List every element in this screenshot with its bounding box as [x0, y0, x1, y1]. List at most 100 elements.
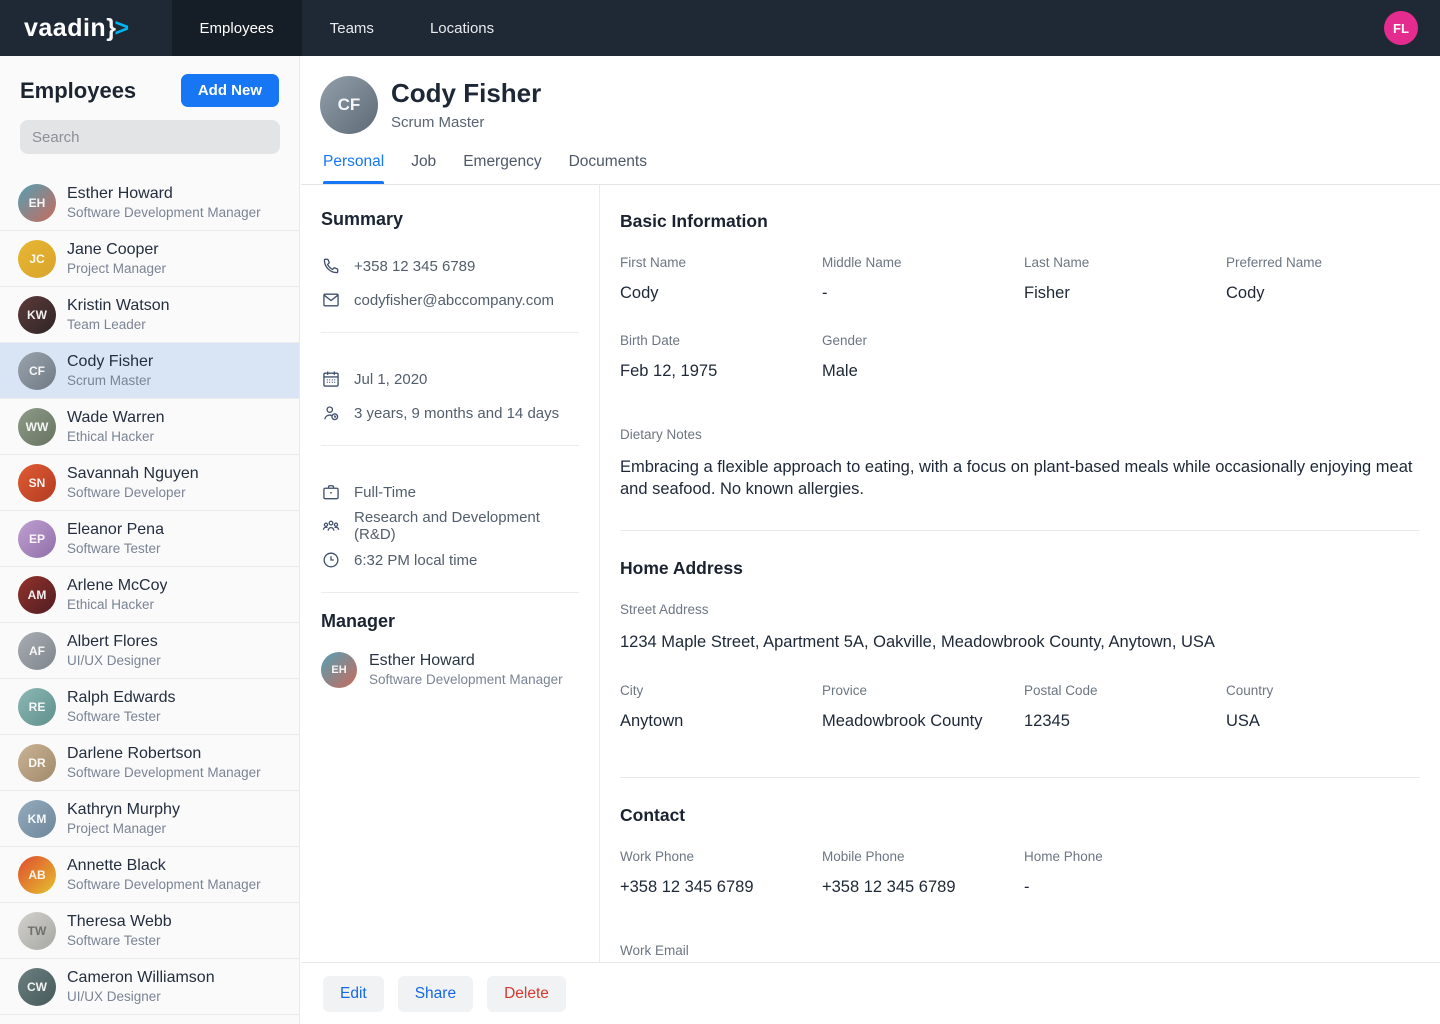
field-value: 12345 — [1024, 712, 1226, 731]
mail-icon — [321, 290, 341, 310]
field-label: City — [620, 683, 822, 698]
avatar: WW — [18, 408, 56, 446]
avatar: CW — [18, 968, 56, 1006]
employee-name: Esther Howard — [67, 184, 261, 204]
summary-employment-type: Full-Time — [354, 484, 416, 501]
employee-title: Software Development Manager — [67, 204, 261, 221]
employee-name: Cody Fisher — [67, 352, 153, 372]
employee-row[interactable]: JC Jane CooperProject Manager — [0, 231, 299, 287]
employee-name: Albert Flores — [67, 632, 161, 652]
employee-list: EH Esther HowardSoftware Development Man… — [0, 175, 299, 1015]
profile-avatar: CF — [320, 76, 378, 134]
manager-title: Software Development Manager — [369, 671, 563, 688]
employee-title: Software Developer — [67, 484, 199, 501]
avatar: SN — [18, 464, 56, 502]
employee-row[interactable]: EP Eleanor PenaSoftware Tester — [0, 511, 299, 567]
field-label: Middle Name — [822, 255, 1024, 270]
summary-phone: +358 12 345 6789 — [354, 258, 475, 275]
tab-documents[interactable]: Documents — [569, 153, 647, 184]
action-footer: Edit Share Delete — [301, 962, 1440, 1024]
employee-row[interactable]: DR Darlene RobertsonSoftware Development… — [0, 735, 299, 791]
divider — [321, 445, 579, 446]
tab-emergency[interactable]: Emergency — [463, 153, 541, 184]
contact-heading: Contact — [620, 805, 1420, 826]
personal-details: Basic Information First Name Cody Middle … — [601, 185, 1440, 962]
employee-row-selected[interactable]: CF Cody FisherScrum Master — [0, 343, 299, 399]
employee-row[interactable]: WW Wade WarrenEthical Hacker — [0, 399, 299, 455]
dietary-notes-value: Embracing a flexible approach to eating,… — [620, 456, 1420, 500]
employee-name: Kristin Watson — [67, 296, 170, 316]
field-value: Feb 12, 1975 — [620, 362, 822, 381]
field-label: Last Name — [1024, 255, 1226, 270]
employee-row[interactable]: AF Albert FloresUI/UX Designer — [0, 623, 299, 679]
field-label: Mobile Phone — [822, 849, 1024, 864]
manager-heading: Manager — [321, 611, 579, 632]
field-value: Cody — [620, 284, 822, 303]
manager-name: Esther Howard — [369, 651, 563, 671]
divider — [321, 332, 579, 333]
field-value: - — [822, 284, 1024, 303]
summary-tenure: 3 years, 9 months and 14 days — [354, 405, 559, 422]
employee-name: Jane Cooper — [67, 240, 166, 260]
tab-job[interactable]: Job — [411, 153, 436, 184]
employee-row[interactable]: CW Cameron WilliamsonUI/UX Designer — [0, 959, 299, 1015]
manager-item[interactable]: EH Esther Howard Software Development Ma… — [321, 651, 579, 688]
employee-row[interactable]: TW Theresa WebbSoftware Tester — [0, 903, 299, 959]
employee-title: Software Development Manager — [67, 764, 261, 781]
field-label: Street Address — [620, 602, 1420, 617]
employee-name: Eleanor Pena — [67, 520, 164, 540]
field-label: First Name — [620, 255, 822, 270]
summary-heading: Summary — [321, 209, 579, 230]
employee-row[interactable]: AM Arlene McCoyEthical Hacker — [0, 567, 299, 623]
field-label: Preferred Name — [1226, 255, 1420, 270]
avatar: JC — [18, 240, 56, 278]
divider — [620, 777, 1420, 778]
calendar-icon — [321, 369, 341, 389]
nav-item-employees[interactable]: Employees — [172, 0, 302, 56]
nav-item-locations[interactable]: Locations — [402, 0, 522, 56]
street-address-value: 1234 Maple Street, Apartment 5A, Oakvill… — [620, 631, 1420, 653]
avatar: RE — [18, 688, 56, 726]
employee-row[interactable]: AB Annette BlackSoftware Development Man… — [0, 847, 299, 903]
avatar: AF — [18, 632, 56, 670]
user-menu-avatar[interactable]: FL — [1384, 11, 1418, 45]
employee-row[interactable]: EH Esther HowardSoftware Development Man… — [0, 175, 299, 231]
avatar: EP — [18, 520, 56, 558]
employee-row[interactable]: SN Savannah NguyenSoftware Developer — [0, 455, 299, 511]
employee-name: Kathryn Murphy — [67, 800, 180, 820]
field-label: Work Email — [620, 943, 1420, 958]
employee-row[interactable]: KM Kathryn MurphyProject Manager — [0, 791, 299, 847]
search-input[interactable] — [20, 120, 280, 154]
add-new-button[interactable]: Add New — [181, 74, 279, 107]
employee-title: Software Tester — [67, 932, 172, 949]
avatar: CF — [18, 352, 56, 390]
field-label: Birth Date — [620, 333, 822, 348]
phone-icon — [321, 256, 341, 276]
avatar: AB — [18, 856, 56, 894]
nav-item-teams[interactable]: Teams — [302, 0, 402, 56]
avatar: TW — [18, 912, 56, 950]
employee-name: Arlene McCoy — [67, 576, 167, 596]
divider — [620, 530, 1420, 531]
profile-name: Cody Fisher — [391, 78, 541, 109]
employee-name: Darlene Robertson — [67, 744, 261, 764]
employee-row[interactable]: KW Kristin WatsonTeam Leader — [0, 287, 299, 343]
field-label: Dietary Notes — [620, 427, 1420, 442]
employee-name: Cameron Williamson — [67, 968, 215, 988]
employee-title: UI/UX Designer — [67, 652, 161, 669]
employee-row[interactable]: RE Ralph EdwardsSoftware Tester — [0, 679, 299, 735]
basic-info-heading: Basic Information — [620, 211, 1420, 232]
tab-personal[interactable]: Personal — [323, 153, 384, 184]
summary-local-time: 6:32 PM local time — [354, 552, 477, 569]
delete-button[interactable]: Delete — [487, 976, 566, 1012]
avatar: KW — [18, 296, 56, 334]
field-label: Work Phone — [620, 849, 822, 864]
employee-name: Annette Black — [67, 856, 261, 876]
top-navbar: vaadin}> Employees Teams Locations FL — [0, 0, 1440, 56]
edit-button[interactable]: Edit — [323, 976, 384, 1012]
share-button[interactable]: Share — [398, 976, 473, 1012]
employee-title: Project Manager — [67, 260, 166, 277]
field-value: Cody — [1226, 284, 1420, 303]
profile-header: CF Cody Fisher Scrum Master Personal Job… — [301, 56, 1440, 185]
field-value: - — [1024, 878, 1226, 897]
